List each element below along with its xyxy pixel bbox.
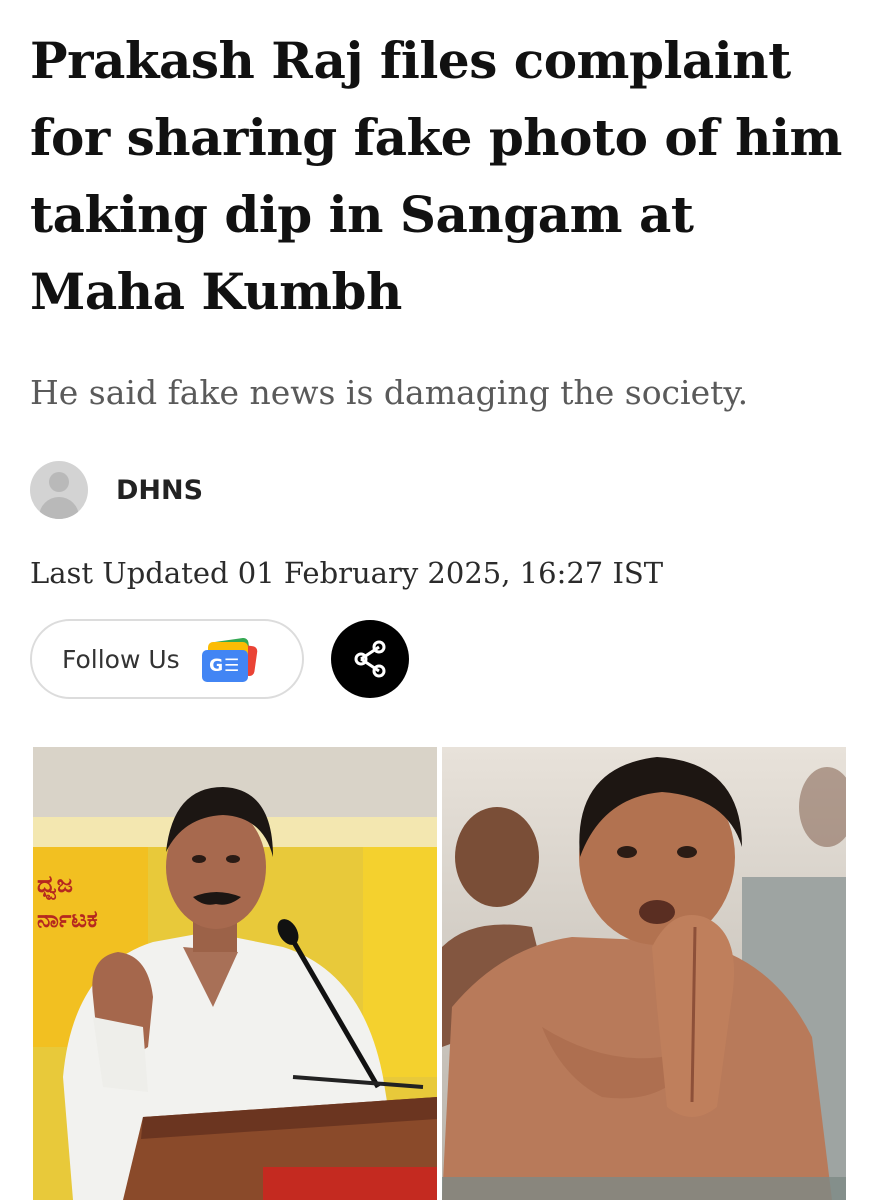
article-headline: Prakash Raj files complaint for sharing … xyxy=(30,31,842,321)
photo-speaking-at-podium: ಧ್ವಜ ರ್ನಾಟಕ xyxy=(33,747,437,1200)
article-subheadline: He said fake news is damaging the societ… xyxy=(30,373,749,412)
photo-taking-dip xyxy=(442,747,846,1200)
follow-us-label: Follow Us xyxy=(62,644,180,674)
author-avatar xyxy=(30,461,88,519)
author-name[interactable]: DHNS xyxy=(116,475,203,506)
author-byline: DHNS xyxy=(30,460,203,520)
follow-us-button[interactable]: Follow Us G☰ xyxy=(30,619,304,699)
share-button[interactable] xyxy=(331,620,409,698)
share-icon xyxy=(354,640,386,678)
svg-text:ರ್ನಾಟಕ: ರ್ನಾಟಕ xyxy=(37,905,98,933)
svg-text:ಧ್ವಜ: ಧ್ವಜ xyxy=(37,870,73,901)
google-news-icon: G☰ xyxy=(198,634,258,684)
last-updated-timestamp: Last Updated 01 February 2025, 16:27 IST xyxy=(30,556,664,590)
